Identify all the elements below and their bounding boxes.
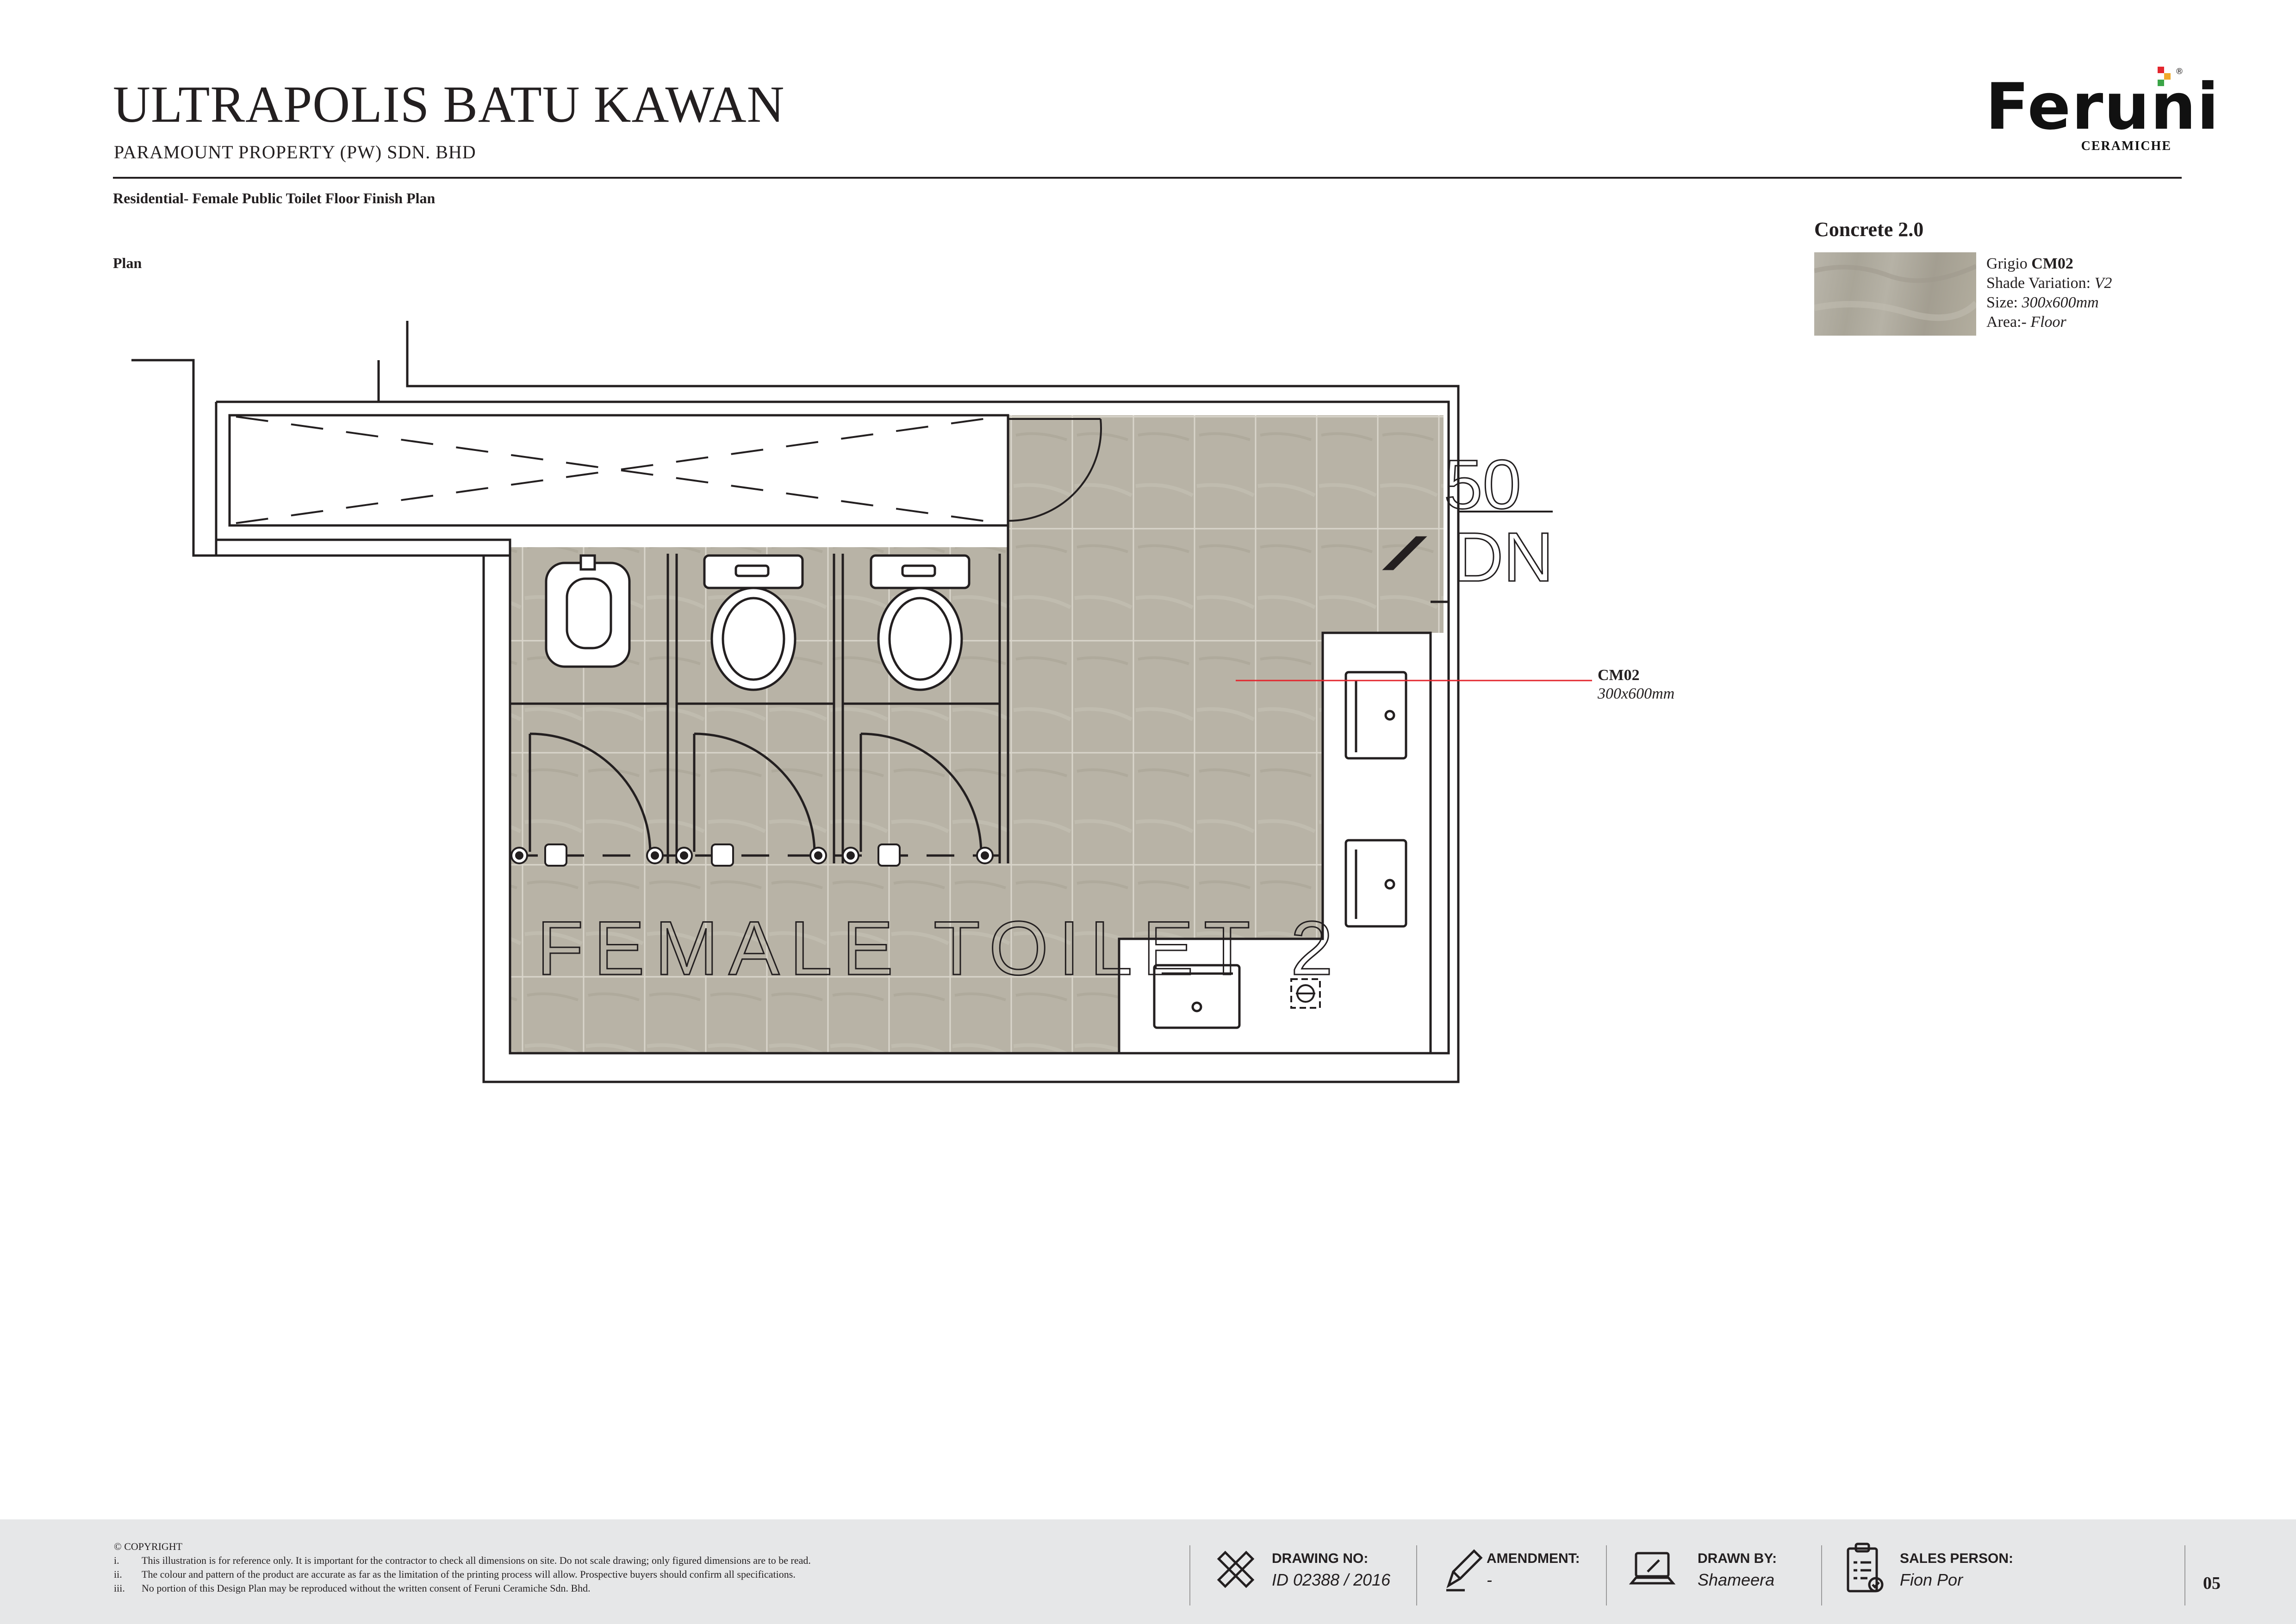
footer-divider [1189,1545,1190,1605]
pen-icon [1446,1549,1483,1592]
callout-code: CM02 [1598,667,1640,684]
laptop-icon [1629,1552,1675,1585]
note-2: ii. The colour and pattern of the product… [114,1568,796,1580]
footer-divider [1416,1545,1417,1605]
squat-toilet [545,554,631,668]
sales-person-label: SALES PERSON: [1900,1551,2014,1566]
callout-size: 300x600mm [1598,685,1675,702]
note-1: i. This illustration is for reference onl… [114,1555,811,1566]
amendment-label: AMENDMENT: [1487,1551,1580,1566]
copyright: © COPYRIGHT [114,1541,183,1552]
drawn-by-value: Shameera [1698,1570,1775,1589]
footer-divider [1821,1545,1822,1605]
level-value: 50 [1444,445,1521,523]
room-label: FEMALE TOILET 2 [537,906,1343,991]
floor-plan: 50 DN FEMALE TOILET 2 [131,321,1592,1083]
note-3: iii. No portion of this Design Plan may b… [114,1582,591,1594]
amendment-value: - [1487,1570,1492,1589]
footer-divider [1606,1545,1607,1605]
footer-divider [2184,1545,2185,1605]
stair-label: DN [1453,518,1554,596]
drawing-no-label: DRAWING NO: [1272,1551,1369,1566]
ceiling-void-markings [236,416,1000,524]
drawn-by-label: DRAWN BY: [1698,1551,1777,1566]
clipboard-icon [1847,1543,1884,1593]
ruler-pencil-icon [1217,1550,1255,1588]
drawing-no-value: ID 02388 / 2016 [1272,1570,1391,1589]
page-number: 05 [2203,1574,2221,1593]
sales-person-value: Fion Por [1900,1570,1963,1589]
